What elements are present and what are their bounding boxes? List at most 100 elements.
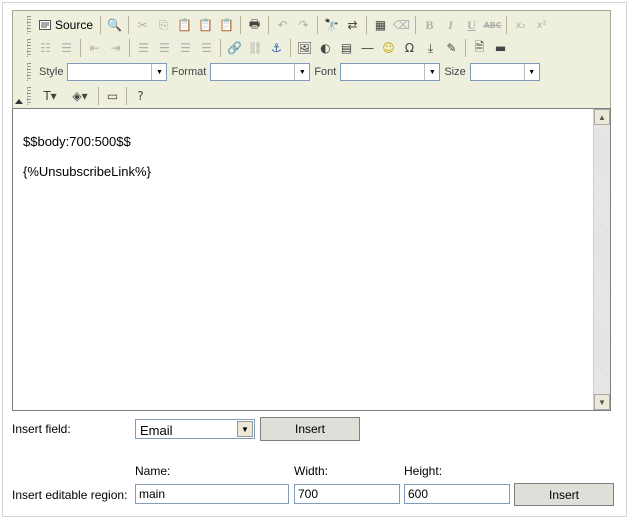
paste-word-icon[interactable]: 📋 [216,15,237,36]
separator [366,16,368,34]
editor-content[interactable]: $$body:700:500$$ {%UnsubscribeLink%} [23,127,151,187]
insert-region-button[interactable]: Insert [514,483,614,506]
bold-icon[interactable]: B [419,15,440,36]
text-color-icon[interactable]: T▾ [35,86,65,107]
editor-line: {%UnsubscribeLink%} [23,164,151,179]
redo-icon[interactable]: ↷ [293,15,314,36]
chevron-down-icon[interactable]: ▼ [424,64,439,80]
style-label: Style [39,66,64,78]
separator [506,16,508,34]
chevron-down-icon[interactable]: ▼ [294,64,309,80]
chevron-down-icon[interactable]: ▼ [151,64,166,80]
remove-format-icon[interactable]: ⌫ [391,15,412,36]
collapse-toolbar-icon[interactable] [15,99,23,104]
smiley-icon[interactable]: ☺ [378,38,399,59]
about-icon[interactable]: ? [130,86,151,107]
font-combo[interactable]: ▼ [340,63,441,81]
print-icon[interactable]: 🖶 [244,15,265,36]
paste-text-icon[interactable]: 📋 [195,15,216,36]
unlink-icon[interactable]: ⛓ [245,38,266,59]
superscript-icon[interactable]: x² [531,15,552,36]
separator [268,16,270,34]
separator [465,39,466,57]
region-name-input[interactable] [135,484,289,504]
source-button[interactable]: Source [35,15,97,36]
toolbar-row-4: T▾ ◈▾ ▭ ? [27,85,151,107]
separator [98,87,99,105]
special-char-icon[interactable]: Ω [399,38,420,59]
button-icon[interactable]: ▬ [490,38,511,59]
width-label: Width: [294,464,329,478]
region-height-input[interactable] [404,484,510,504]
separator [128,16,130,34]
style-combo[interactable]: ▼ [67,63,168,81]
preview-icon[interactable]: 🔍 [104,15,125,36]
select-all-icon[interactable]: ▦ [370,15,391,36]
copy-icon[interactable]: ⎘ [153,15,174,36]
scroll-up-icon[interactable]: ▲ [594,109,610,125]
subscript-icon[interactable]: x₂ [510,15,531,36]
toolbar-grip [27,87,31,105]
image-icon[interactable]: 🖼 [294,38,315,59]
find-icon[interactable]: 🔭 [321,15,342,36]
vertical-scrollbar[interactable]: ▲ ▼ [593,109,610,410]
toolbar-row-3: Style ▼ Format ▼ Font ▼ Size ▼ [27,61,540,83]
separator [126,87,127,105]
strike-icon[interactable]: ABC [482,15,503,36]
chevron-down-icon[interactable]: ▼ [523,64,539,80]
chevron-down-icon[interactable]: ▼ [237,421,253,437]
scroll-down-icon[interactable]: ▼ [594,394,610,410]
bulleted-list-icon[interactable]: ☰ [56,38,77,59]
format-label: Format [171,66,207,78]
size-label: Size [444,66,466,78]
replace-icon[interactable]: ⇄ [342,15,363,36]
source-icon [39,20,51,30]
separator [80,39,81,57]
insert-field-select[interactable]: Email ▼ [135,419,255,439]
table-icon[interactable]: ▤ [336,38,357,59]
cut-icon[interactable]: ✂ [132,15,153,36]
insert-field-button[interactable]: Insert [260,417,360,441]
paste-icon[interactable]: 📋 [174,15,195,36]
separator [317,16,319,34]
insert-editable-region-label: Insert editable region: [12,488,128,502]
toolbar-grip [27,63,31,81]
undo-icon[interactable]: ↶ [272,15,293,36]
separator [240,16,242,34]
toolbar-grip [27,16,31,34]
numbered-list-icon[interactable]: ☷ [35,38,56,59]
editor-line: $$body:700:500$$ [23,134,131,149]
anchor-icon[interactable]: ⚓ [266,38,287,59]
show-blocks-icon[interactable]: ▭ [102,86,123,107]
size-combo[interactable]: ▼ [469,63,540,81]
toolbar-row-1: Source 🔍 ✂ ⎘ 📋 📋 📋 🖶 ↶ ↷ 🔭 ⇄ ▦ ⌫ B I U A… [27,14,552,36]
align-left-icon[interactable]: ☰ [133,38,154,59]
outdent-icon[interactable]: ⇤ [84,38,105,59]
background-color-icon[interactable]: ◈▾ [65,86,95,107]
underline-icon[interactable]: U [461,15,482,36]
name-label: Name: [135,464,171,478]
separator [129,39,130,57]
italic-icon[interactable]: I [440,15,461,36]
format-combo[interactable]: ▼ [210,63,311,81]
height-label: Height: [404,464,443,478]
page-break-icon[interactable]: ⤓ [420,38,441,59]
align-right-icon[interactable]: ☰ [175,38,196,59]
editor-area[interactable]: $$body:700:500$$ {%UnsubscribeLink%} ▲ ▼ [12,108,611,411]
separator [220,39,221,57]
link-icon[interactable]: 🔗 [224,38,245,59]
region-width-input[interactable] [294,484,400,504]
font-label: Font [314,66,337,78]
toolbar-grip [27,39,31,57]
insert-field-value: Email [140,423,173,438]
editor-toolbar: Source 🔍 ✂ ⎘ 📋 📋 📋 🖶 ↶ ↷ 🔭 ⇄ ▦ ⌫ B I U A… [12,10,611,108]
separator [290,39,291,57]
justify-icon[interactable]: ☰ [196,38,217,59]
insert-field-label: Insert field: [12,422,71,436]
flash-icon[interactable]: ◐ [315,38,336,59]
align-center-icon[interactable]: ☰ [154,38,175,59]
horizontal-rule-icon[interactable]: ― [357,38,378,59]
templates-icon[interactable]: 🗎 [469,38,490,59]
form-icon[interactable]: ✎ [441,38,462,59]
indent-icon[interactable]: ⇥ [105,38,126,59]
